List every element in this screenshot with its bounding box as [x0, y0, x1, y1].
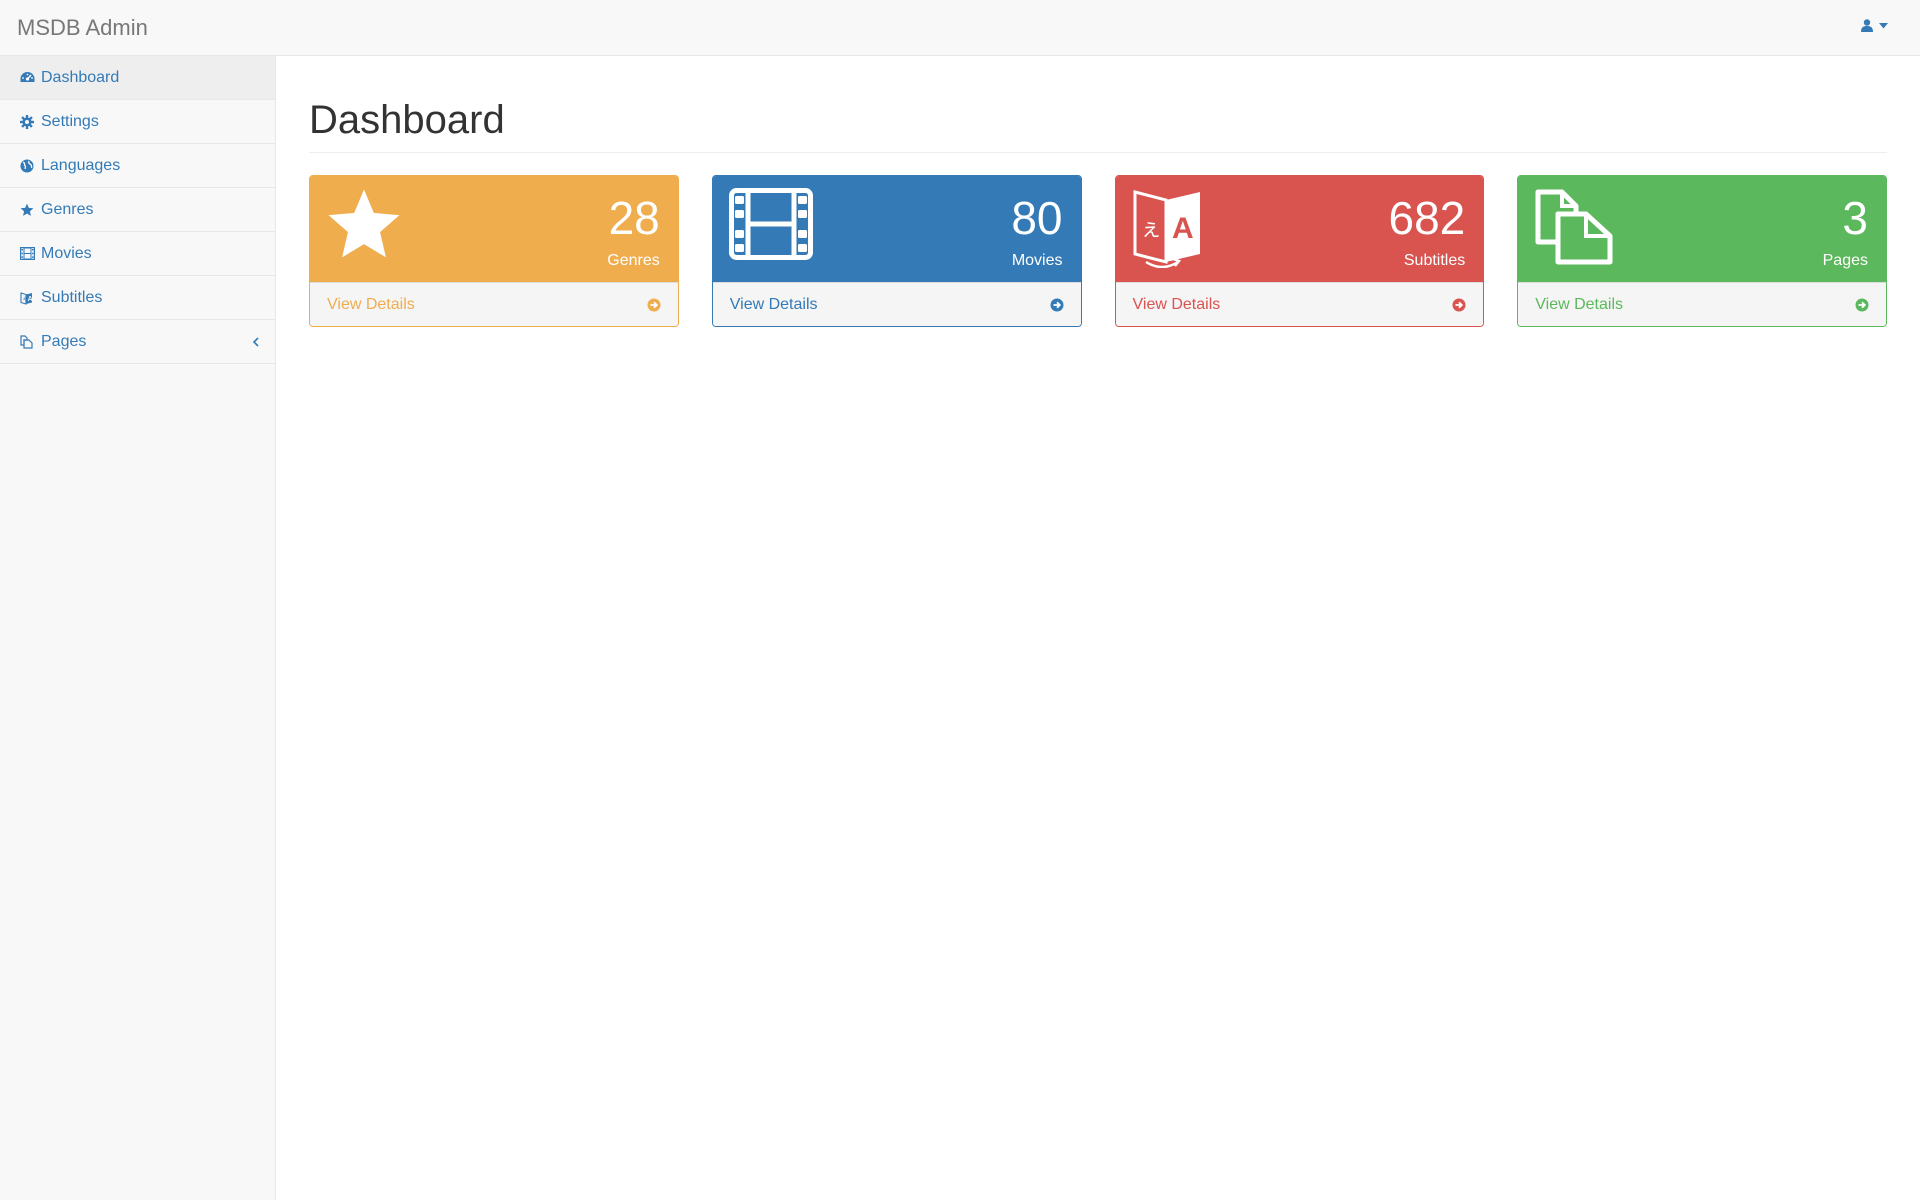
subtitles-label: Subtitles — [1403, 252, 1466, 269]
film-icon — [19, 246, 35, 262]
sidebar-item-label: Genres — [41, 200, 94, 218]
dashboard-icon — [19, 70, 35, 86]
gear-icon — [19, 114, 35, 130]
sidebar-item-label: Dashboard — [41, 68, 120, 86]
sidebar-item-movies[interactable]: Movies — [0, 232, 275, 276]
stat-panels: 28 Genres View Details 80 Movies View De… — [309, 175, 1887, 327]
sidebar-item-pages[interactable]: Pages — [0, 320, 275, 364]
pages-label: Pages — [1822, 252, 1868, 269]
svg-text:ぇ: ぇ — [22, 296, 27, 302]
svg-text:A: A — [1172, 212, 1194, 245]
panel-heading: 28 Genres — [310, 176, 678, 282]
globe-icon — [19, 158, 35, 174]
star-icon — [326, 188, 402, 267]
main-content: Dashboard 28 Genres View Details 80 Movi… — [309, 56, 1887, 327]
sidebar-item-languages[interactable]: Languages — [0, 144, 275, 188]
panel-heading: Aぇ 682 Subtitles — [1115, 176, 1484, 282]
view-details-label: View Details — [729, 295, 818, 313]
panel-heading: 80 Movies — [712, 176, 1081, 282]
sidebar-item-dashboard[interactable]: Dashboard — [0, 56, 275, 100]
pages-count: 3 — [1842, 192, 1868, 244]
view-details-label: View Details — [1132, 295, 1221, 313]
movies-label: Movies — [1011, 252, 1063, 269]
subtitles-view-details-link[interactable]: View Details — [1115, 282, 1484, 326]
sidebar: Dashboard Settings Languages Genres Movi… — [0, 56, 276, 1200]
pages-panel: 3 Pages View Details — [1517, 175, 1887, 327]
svg-text:A: A — [28, 296, 33, 303]
brand-link[interactable]: MSDB Admin — [17, 17, 148, 39]
arrow-circle-right-icon — [1855, 298, 1869, 317]
star-icon — [19, 202, 35, 218]
page-title: Dashboard — [309, 98, 1887, 153]
caret-down-icon — [1879, 22, 1888, 29]
sidebar-item-settings[interactable]: Settings — [0, 100, 275, 144]
arrow-circle-right-icon — [647, 298, 661, 317]
arrow-circle-right-icon — [1452, 298, 1466, 317]
language-icon: Aぇ — [19, 290, 35, 306]
sidebar-item-subtitles[interactable]: Aぇ Subtitles — [0, 276, 275, 320]
view-details-label: View Details — [1535, 295, 1623, 313]
movies-panel: 80 Movies View Details — [711, 175, 1082, 327]
arrow-circle-right-icon — [1050, 298, 1064, 317]
genres-label: Genres — [607, 252, 660, 269]
user-menu-toggle[interactable] — [1861, 19, 1888, 32]
subtitles-count: 682 — [1388, 192, 1466, 244]
files-icon — [19, 334, 35, 350]
film-icon — [728, 188, 813, 265]
sidebar-item-label: Settings — [41, 112, 99, 130]
user-icon — [1861, 19, 1873, 32]
sidebar-item-label: Pages — [41, 332, 87, 350]
genres-panel: 28 Genres View Details — [309, 175, 679, 327]
chevron-left-icon[interactable] — [252, 334, 259, 352]
top-navbar: MSDB Admin — [0, 0, 1920, 56]
files-icon — [1534, 188, 1614, 271]
view-details-label: View Details — [327, 295, 415, 313]
sidebar-item-genres[interactable]: Genres — [0, 188, 275, 232]
language-icon: Aぇ — [1132, 188, 1204, 273]
svg-text:ぇ: ぇ — [1140, 217, 1162, 242]
movies-count: 80 — [1011, 192, 1063, 244]
sidebar-item-label: Subtitles — [41, 288, 103, 306]
sidebar-item-label: Movies — [41, 244, 92, 262]
panel-heading: 3 Pages — [1518, 176, 1886, 282]
sidebar-item-label: Languages — [41, 156, 121, 174]
movies-view-details-link[interactable]: View Details — [712, 282, 1081, 326]
pages-view-details-link[interactable]: View Details — [1518, 282, 1886, 326]
subtitles-panel: Aぇ 682 Subtitles View Details — [1114, 175, 1485, 327]
genres-count: 28 — [608, 192, 660, 244]
genres-view-details-link[interactable]: View Details — [310, 282, 678, 326]
